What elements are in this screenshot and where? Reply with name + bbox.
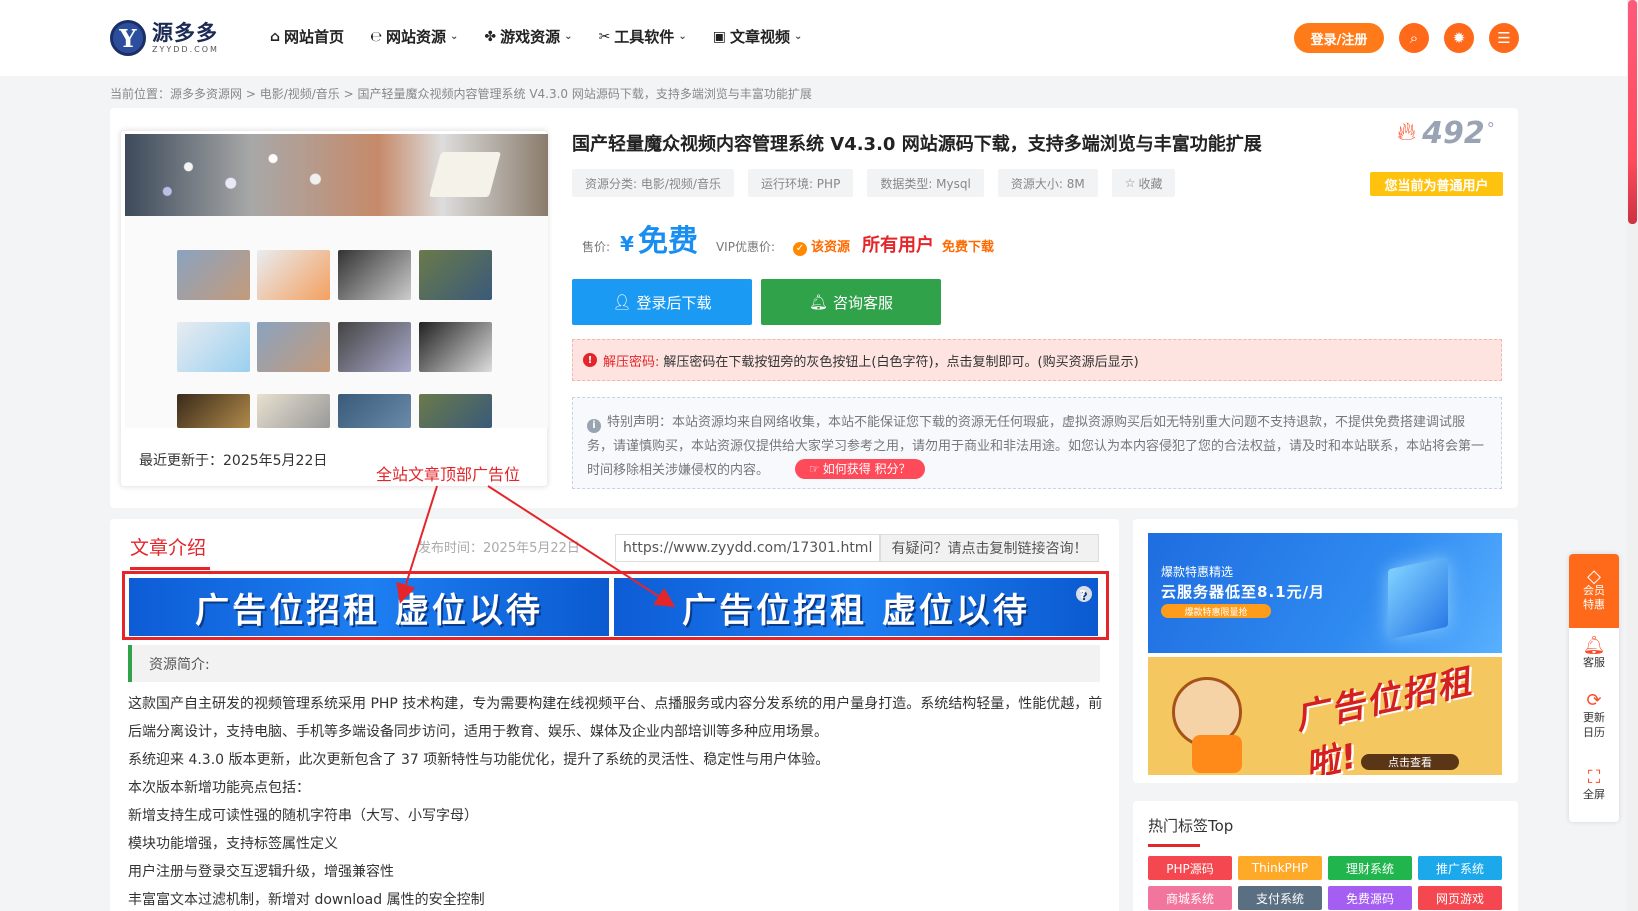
cloud-server-ad[interactable]: 爆款特惠精选 云服务器低至8.1元/月 爆款特惠限量抢: [1148, 533, 1502, 653]
download-button[interactable]: 👤︎ 登录后下载: [572, 279, 752, 325]
refresh-icon: ⟳: [1586, 690, 1602, 711]
check-icon: ✓: [793, 241, 807, 256]
home-icon: ⌂: [270, 28, 281, 45]
publish-time: 发布时间：2025年5月22日: [418, 541, 580, 556]
view-ad-button[interactable]: 点击查看: [1361, 754, 1459, 770]
chevron-down-icon: ⌄: [793, 31, 803, 42]
thumbnail-hero-image: [125, 134, 548, 216]
float-update-calendar[interactable]: ⟳ 更新日历: [1569, 690, 1619, 740]
search-icon[interactable]: ⌕: [1399, 23, 1429, 53]
thumbnail-grid-image: [125, 216, 548, 428]
ad-banner-right[interactable]: 广告位招租 虚位以待?: [614, 578, 1098, 636]
star-icon: ☆: [1124, 176, 1136, 190]
hand-icon: ☞: [809, 462, 820, 476]
fullscreen-icon: ⛶: [1587, 767, 1601, 788]
hot-tags-title: 热门标签Top: [1148, 817, 1234, 835]
hot-tag[interactable]: 推广系统: [1418, 856, 1502, 880]
resource-tags: 资源分类: 电影/视频/音乐 运行环境: PHP 数据类型: Mysql 资源大…: [572, 169, 1176, 197]
summary-header: 资源简介:: [128, 645, 1100, 682]
tag-category: 资源分类: 电影/视频/音乐: [572, 169, 734, 197]
nav-home[interactable]: ⌂ 网站首页: [270, 26, 344, 47]
points-help-button[interactable]: ☞ 如何获得 积分？: [795, 459, 925, 479]
server-cube-icon: [1388, 556, 1448, 640]
article-body: 这款国产自主研发的视频管理系统采用 PHP 技术构建，专为需要构建在线视频平台、…: [128, 696, 1103, 908]
url-field[interactable]: https://www.zyydd.com/17301.html: [615, 534, 880, 562]
breadcrumb: 当前位置：源多多资源网 > 电影/视频/音乐 > 国产轻量魔众视频内容管理系统 …: [110, 87, 812, 101]
ad-rental-banner[interactable]: 广告位招租啦! 点击查看: [1148, 657, 1502, 775]
breadcrumb-home[interactable]: 源多多资源网: [170, 87, 242, 101]
hot-tag[interactable]: 网页游戏: [1418, 886, 1502, 910]
ad-banner-left[interactable]: 广告位招租 虚位以待: [129, 578, 609, 636]
hot-tag[interactable]: ThinkPHP: [1238, 856, 1322, 880]
float-fullscreen[interactable]: ⛶ 全屏: [1569, 767, 1619, 802]
user-status-badge: 您当前为普通用户: [1370, 172, 1503, 196]
list-icon[interactable]: ☰: [1489, 23, 1519, 53]
copy-link-button[interactable]: 有疑问？请点击复制链接咨询！: [880, 534, 1099, 562]
bell-icon: 🔔︎: [808, 293, 829, 311]
tag-db: 数据类型: Mysql: [867, 169, 984, 197]
ie-icon: ℮: [370, 28, 383, 45]
section-underline: [130, 567, 210, 570]
gear-icon[interactable]: ✹: [1444, 23, 1474, 53]
hot-tag[interactable]: 支付系统: [1238, 886, 1322, 910]
chevron-down-icon: ⌄: [450, 31, 459, 42]
nav-game-resources[interactable]: ✤ 游戏资源 ⌄: [484, 26, 572, 47]
main-nav: ⌂ 网站首页 ℮ 网站资源 ⌄ ✤ 游戏资源 ⌄ ✂ 工具软件 ⌄ ▣ 文章视频 ⌄: [270, 26, 828, 47]
favorite-button[interactable]: ☆ 收藏: [1111, 169, 1176, 197]
login-register-button[interactable]: 登录/注册: [1294, 23, 1384, 53]
logo-name: 源多多: [152, 20, 218, 45]
nav-web-resources[interactable]: ℮ 网站资源 ⌄: [370, 26, 458, 47]
price-row: 售价: ¥ 免费 VIP优惠价: ✓ 该资源 所有用户 免费下载: [582, 216, 994, 260]
camera-icon: ▣: [712, 28, 726, 45]
breadcrumb-category[interactable]: 电影/视频/音乐: [260, 87, 340, 101]
chevron-down-icon: ⌄: [564, 31, 573, 42]
disclaimer-notice: i 特别声明：本站资源均来自网络收集，本站不能保证您下载的资源无任何瑕疵，虚拟资源…: [572, 397, 1502, 489]
last-updated: 最近更新于：2025年5月22日: [139, 453, 328, 469]
scrollbar-thumb[interactable]: [1628, 0, 1637, 224]
user-icon: 👤︎: [612, 293, 632, 311]
fire-icon: 🔥︎: [1397, 117, 1417, 147]
password-notice: ! 解压密码: 解压密码在下载按钮旁的灰色按钮上(白色字符)，点击复制即可。(购…: [572, 339, 1502, 381]
logo-sub: ZYYDD.COM: [152, 44, 219, 54]
breadcrumb-current: 国产轻量魔众视频内容管理系统 V4.3.0 网站源码下载，支持多端浏览与丰富功能…: [357, 87, 812, 101]
chevron-down-icon: ⌄: [678, 31, 687, 42]
bell-icon: 🔔︎: [1582, 635, 1606, 656]
ad-highlight-frame: 广告位招租 虚位以待 广告位招租 虚位以待?: [122, 571, 1109, 640]
logo-mark: Y: [110, 20, 146, 56]
tag-env: 运行环境: PHP: [747, 169, 854, 197]
hot-tag[interactable]: 理财系统: [1328, 856, 1412, 880]
nav-tools[interactable]: ✂ 工具软件 ⌄: [599, 26, 687, 47]
hot-tags-underline: [1148, 844, 1200, 847]
tag-size: 资源大小: 8M: [997, 169, 1098, 197]
consult-button[interactable]: 🔔︎ 咨询客服: [761, 279, 941, 325]
page-title: 国产轻量魔众视频内容管理系统 V4.3.0 网站源码下载，支持多端浏览与丰富功能…: [572, 134, 1262, 155]
help-icon[interactable]: ?: [1076, 586, 1092, 602]
site-logo[interactable]: Y 源多多 ZYYDD.COM: [110, 18, 230, 58]
nav-articles-video[interactable]: ▣ 文章视频 ⌄: [713, 26, 803, 47]
diamond-icon: ◇: [1587, 566, 1601, 587]
vip-offer-button[interactable]: ◇ 会员特惠: [1569, 554, 1619, 628]
section-title: 文章介绍: [130, 537, 207, 559]
float-customer-service[interactable]: 🔔︎ 客服: [1569, 635, 1619, 670]
info-icon: i: [587, 419, 601, 433]
view-count: 🔥︎ 492 °: [1397, 116, 1495, 151]
price-value: 免费: [637, 224, 698, 259]
hot-tag[interactable]: PHP源码: [1148, 856, 1232, 880]
gamepad-icon: ✤: [484, 28, 497, 45]
alert-icon: !: [583, 353, 597, 367]
hot-tag[interactable]: 免费源码: [1328, 886, 1412, 910]
hot-tag[interactable]: 商城系统: [1148, 886, 1232, 910]
ad-position-note: 全站文章顶部广告位: [376, 465, 521, 484]
tools-icon: ✂: [598, 28, 611, 45]
